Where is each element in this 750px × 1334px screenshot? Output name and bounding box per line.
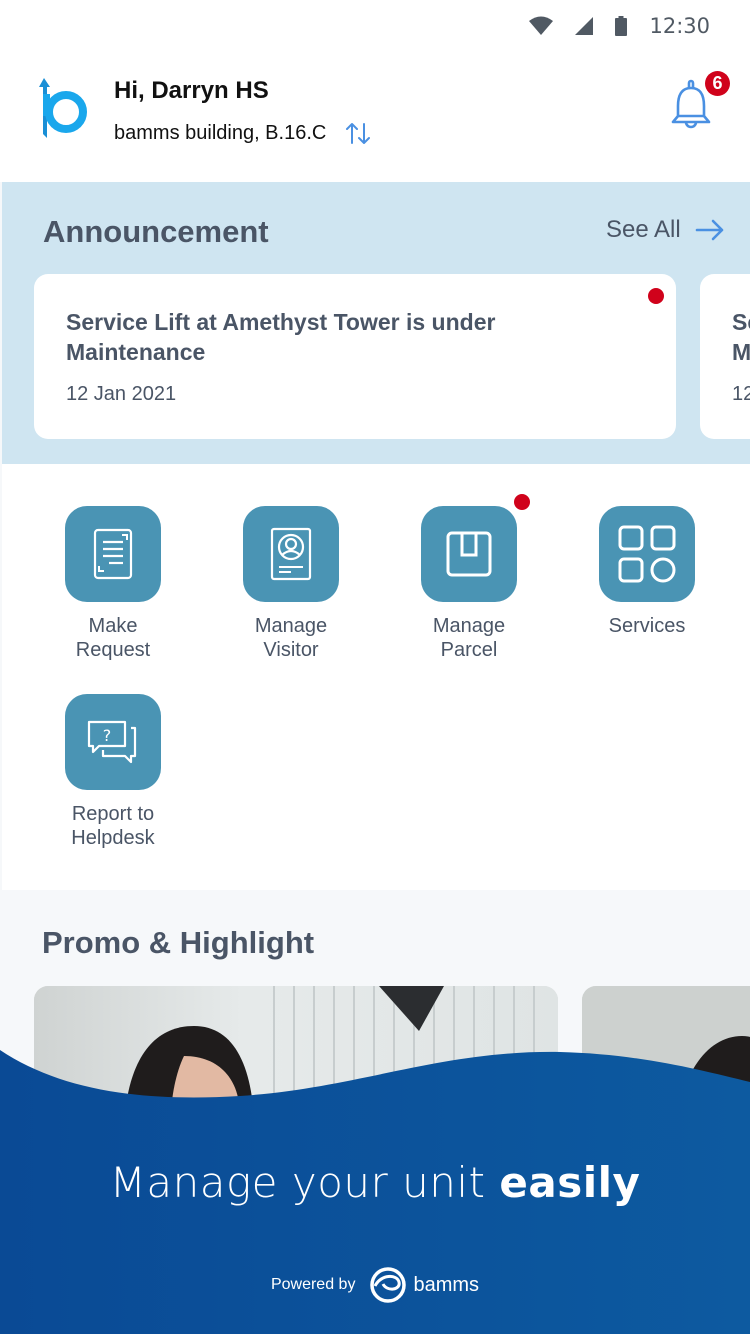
app-header: Hi, Darryn HS bamms building, B.16.C 6 xyxy=(0,54,750,182)
announcement-card-title: Service Lift at Amethyst Tower is under … xyxy=(66,309,496,365)
notification-badge: 6 xyxy=(705,71,730,96)
cellular-signal-icon xyxy=(575,17,594,35)
swap-vertical-icon[interactable] xyxy=(344,119,372,147)
status-bar: 12:30 xyxy=(0,0,750,54)
menu-label-line2: Visitor xyxy=(263,639,319,661)
menu-item-report-helpdesk[interactable]: ? Report to Helpdesk xyxy=(38,694,188,850)
parcel-box-icon xyxy=(446,531,492,577)
announcement-card-date: 12 xyxy=(732,383,750,405)
announcement-card-date: 12 Jan 2021 xyxy=(66,383,177,405)
menu-item-make-request[interactable]: Make Request xyxy=(38,506,188,662)
tagline-regular: Manage your unit xyxy=(109,1158,500,1207)
building-selector[interactable]: bamms building, B.16.C xyxy=(114,119,372,147)
menu-label-line1: Make xyxy=(88,615,138,637)
bamms-brand-name: bamms xyxy=(413,1273,480,1296)
menu-item-manage-visitor[interactable]: Manage Visitor xyxy=(216,506,366,662)
menu-label-line1: Services xyxy=(608,615,686,637)
arrow-right-icon xyxy=(695,219,724,241)
wifi-icon xyxy=(529,16,554,35)
menu-label-line1: Manage xyxy=(432,615,506,637)
announcement-title: Announcement xyxy=(43,214,269,249)
building-name: bamms building, B.16.C xyxy=(114,121,327,144)
svg-text:?: ? xyxy=(103,726,112,745)
bamms-logo-icon[interactable] xyxy=(38,74,90,140)
bamms-brand-icon xyxy=(370,1267,407,1303)
menu-item-services[interactable]: Services xyxy=(572,506,722,638)
helpdesk-chat-icon: ? xyxy=(87,720,137,764)
battery-icon xyxy=(615,16,628,36)
promo-title: Promo & Highlight xyxy=(42,925,315,960)
footer-tagline: Manage your unit easily xyxy=(0,1158,750,1207)
powered-by-label: Powered by xyxy=(270,1276,356,1293)
menu-label-line2: Parcel xyxy=(440,639,498,661)
announcement-card-title: SeM xyxy=(732,309,750,365)
announcement-card[interactable]: Service Lift at Amethyst Tower is under … xyxy=(34,274,676,439)
announcement-section: Announcement See All Service Lift at Ame… xyxy=(2,182,750,464)
unread-dot xyxy=(648,288,664,304)
see-all-label: See All xyxy=(606,216,681,243)
announcement-card-partial[interactable]: SeM 12 xyxy=(700,274,750,439)
status-time: 12:30 xyxy=(649,14,710,38)
quick-menu: Make Request Manage Visitor Manage Parcel xyxy=(2,464,750,890)
greeting-text: Hi, Darryn HS xyxy=(114,77,269,104)
services-grid-icon xyxy=(618,525,676,583)
powered-by: Powered by bamms xyxy=(0,1266,750,1304)
parcel-unread-dot xyxy=(514,494,530,510)
menu-label-line1: Report to xyxy=(71,803,155,825)
tagline-bold: easily xyxy=(499,1158,641,1207)
see-all-link[interactable]: See All xyxy=(606,216,725,244)
menu-item-manage-parcel[interactable]: Manage Parcel xyxy=(394,494,544,662)
menu-label-line2: Helpdesk xyxy=(71,827,155,849)
visitor-id-card-icon xyxy=(270,527,312,581)
menu-label-line2: Request xyxy=(75,639,151,661)
menu-label-line1: Manage xyxy=(254,615,328,637)
document-icon xyxy=(93,528,133,580)
